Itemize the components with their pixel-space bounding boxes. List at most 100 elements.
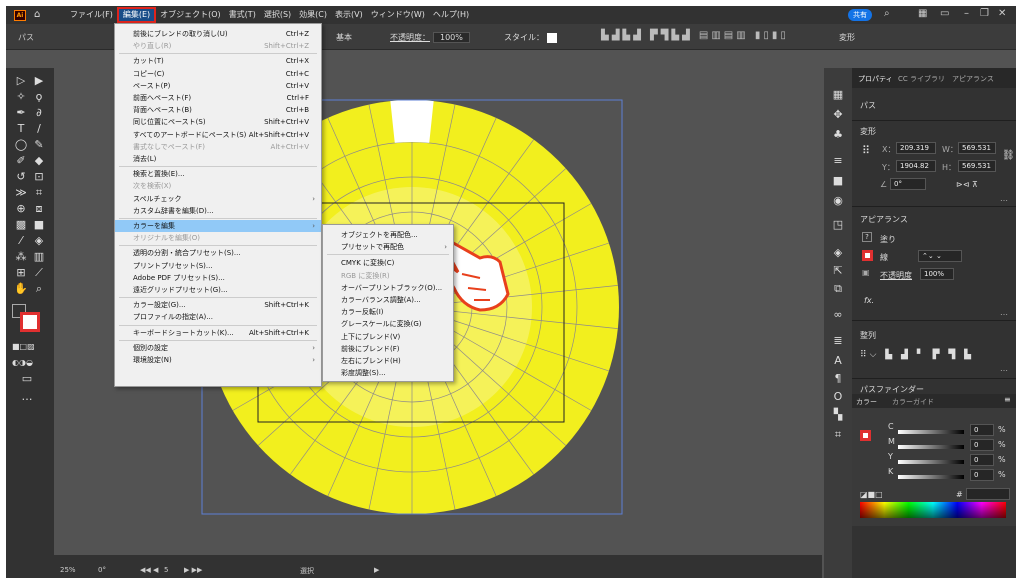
submenu-item[interactable]: カラー反転(I) [323,306,453,318]
submenu-item[interactable]: オーバープリントブラック(O)... [323,282,453,294]
menu-7[interactable]: ウィンドウ(W) [367,7,429,23]
export-panel-icon[interactable]: ⇱ [829,264,847,278]
next-artboard-icon[interactable]: ▶ ▶▶ [184,566,202,574]
shape-builder-icon[interactable]: ⊕ [12,202,30,216]
appearance-more-icon[interactable]: … [1000,308,1008,317]
slice-tool-icon[interactable]: ⟋ [30,266,48,280]
eyedropper-icon[interactable]: ⁄ [12,234,30,248]
submenu-item[interactable]: グレースケールに変換(G) [323,318,453,330]
fill-help-icon[interactable]: ? [862,232,872,242]
type-tool-icon[interactable]: T [12,122,30,136]
swatches-panel-icon[interactable]: ▦ [829,88,847,102]
free-transform-icon[interactable]: ⌗ [30,186,48,200]
tab-properties[interactable]: プロパティ [858,74,893,84]
perspective-grid-icon[interactable]: ⧈ [30,202,48,216]
home-icon[interactable]: ⌂ [34,10,44,20]
w-input[interactable]: 569.531 [958,142,996,154]
menu-4[interactable]: 選択(S) [260,7,295,23]
zoom-level[interactable]: 25% [60,566,76,574]
symbol-sprayer-icon[interactable]: ⁂ [12,250,30,264]
align-icons[interactable]: ▙▟▙▟ ▛▜▙▟ ▤▥▤▥ ▮▯▮▯ [601,30,789,41]
rotate-tool-icon[interactable]: ↺ [12,170,30,184]
search-icon[interactable]: ⌕ [884,8,890,19]
submenu-item[interactable]: プリセットで再配色 › [323,241,453,253]
menu-0[interactable]: ファイル(F) [66,7,117,23]
edit-menu-item[interactable]: やり直し(R) Shift+Ctrl+Z [115,40,321,52]
submenu-item[interactable]: RGB に変換(R) [323,270,453,282]
pen-tool-icon[interactable]: ✒ [12,106,30,120]
screen-mode-icon[interactable]: ▭ [18,372,36,386]
channel-slider[interactable] [898,460,964,464]
more-tools-icon[interactable]: … [18,390,36,404]
minimize-icon[interactable]: – [964,8,969,19]
draw-mode-icons[interactable]: ◐◑◒ [12,356,33,370]
paragraph-style-icon[interactable]: ¶ [829,372,847,386]
artboards-panel-icon[interactable]: ◳ [829,218,847,232]
channel-value-input[interactable]: 0 [970,439,994,451]
shaper-tool-icon[interactable]: ✐ [12,154,30,168]
edit-menu-item[interactable]: カスタム辞書を編集(D)... [115,205,321,217]
color-panel-menu-icon[interactable]: ≡ [1004,395,1011,404]
menu-8[interactable]: ヘルプ(H) [429,7,473,23]
channel-value-input[interactable]: 0 [970,469,994,481]
align-panel-icon[interactable]: ⌗ [829,428,847,442]
edit-menu-item[interactable]: プロファイルの指定(A)... [115,311,321,323]
edit-menu-item[interactable]: カラーを編集 › [115,220,321,232]
character-panel-icon[interactable]: A [829,354,847,368]
restore-icon[interactable]: ❐ [980,8,989,19]
tab-color-guide[interactable]: カラーガイド [892,397,934,407]
more-options-icon[interactable]: … [1000,194,1008,203]
channel-slider[interactable] [898,430,964,434]
paragraph-panel-icon[interactable]: ≣ [829,334,847,348]
width-tool-icon[interactable]: ≫ [12,186,30,200]
tab-appearance[interactable]: アピアランス [952,74,994,84]
stroke-swatch-icon[interactable] [20,312,40,332]
hex-input[interactable] [966,488,1010,500]
style-swatch[interactable] [546,32,557,43]
color-stroke-swatch[interactable] [860,430,871,441]
gradient-panel-icon[interactable]: ■ [829,174,847,188]
transform-label[interactable]: 変形 [839,32,855,43]
color-mode-icons[interactable]: ■□▨ [12,340,35,354]
status-arrow-icon[interactable]: ▶ [374,566,379,574]
artboard-tool-icon[interactable]: ⊞ [12,266,30,280]
edit-menu-item[interactable]: カラー設定(G)... Shift+Ctrl+K [115,299,321,311]
flip-icons[interactable]: ⊳⊲ ⊼ [956,180,978,189]
direct-selection-tool-icon[interactable]: ▶ [30,74,48,88]
submenu-item[interactable]: カラーバランス調整(A)... [323,294,453,306]
menu-5[interactable]: 効果(C) [295,7,331,23]
stroke-panel-icon[interactable]: ≡ [829,154,847,168]
edit-menu-item[interactable]: 検索と置換(E)... [115,168,321,180]
channel-value-input[interactable]: 0 [970,454,994,466]
submenu-item[interactable]: CMYK に変換(C) [323,257,453,269]
line-tool-icon[interactable]: / [30,122,48,136]
ellipse-tool-icon[interactable]: ◯ [12,138,30,152]
submenu-item[interactable]: オブジェクトを再配色... [323,229,453,241]
scale-tool-icon[interactable]: ⊡ [30,170,48,184]
edit-menu-item[interactable]: スペルチェック › [115,193,321,205]
fx-button[interactable]: fx. [864,296,874,305]
edit-menu-item[interactable]: 個別の設定 › [115,342,321,354]
edit-menu-item[interactable]: 次を検索(X) [115,180,321,192]
edit-menu-item[interactable]: Adobe PDF プリセット(S)... [115,272,321,284]
workspace-icon[interactable]: ▭ [940,8,949,19]
lasso-icon[interactable]: ϙ [30,90,48,104]
gradient-tool-icon[interactable]: ■ [30,218,48,232]
edit-menu-item[interactable]: オリジナルを編集(O) [115,232,321,244]
edit-menu-item[interactable]: 遠近グリッドプリセット(G)... [115,284,321,296]
graph-tool-icon[interactable]: ▥ [30,250,48,264]
y-input[interactable]: 1904.82 [896,160,936,172]
channel-value-input[interactable]: 0 [970,424,994,436]
menu-3[interactable]: 書式(T) [225,7,260,23]
menu-1[interactable]: 編集(E) [116,7,157,23]
mesh-tool-icon[interactable]: ▩ [12,218,30,232]
rotation-value[interactable]: 0° [98,566,106,574]
symbols-panel-icon[interactable]: ♣ [829,128,847,142]
prev-artboard-icon[interactable]: ◀◀ ◀ [140,566,158,574]
edit-menu-item[interactable]: 書式なしでペースト(F) Alt+Ctrl+V [115,141,321,153]
edit-menu-item[interactable]: コピー(C) Ctrl+C [115,68,321,80]
align-more-icon[interactable]: … [1000,364,1008,373]
glyphs-panel-icon[interactable]: ▚ [829,408,847,422]
links-panel-icon[interactable]: ∞ [829,308,847,322]
menu-6[interactable]: 表示(V) [331,7,367,23]
